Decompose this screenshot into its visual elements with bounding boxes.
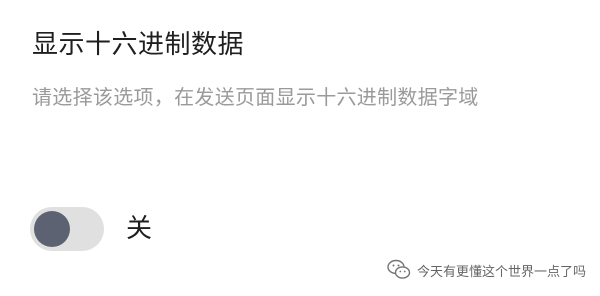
toggle-row: 关 xyxy=(30,206,152,252)
wechat-icon xyxy=(387,259,411,281)
watermark: 今天有更懂这个世界一点了吗 xyxy=(387,256,586,284)
setting-title: 显示十六进制数据 xyxy=(32,30,245,60)
setting-description: 请选择该选项，在发送页面显示十六进制数据字域 xyxy=(32,85,479,109)
hex-display-toggle[interactable] xyxy=(30,207,104,251)
toggle-knob xyxy=(34,211,70,247)
toggle-state-label: 关 xyxy=(126,214,153,244)
watermark-text: 今天有更懂这个世界一点了吗 xyxy=(416,264,586,280)
